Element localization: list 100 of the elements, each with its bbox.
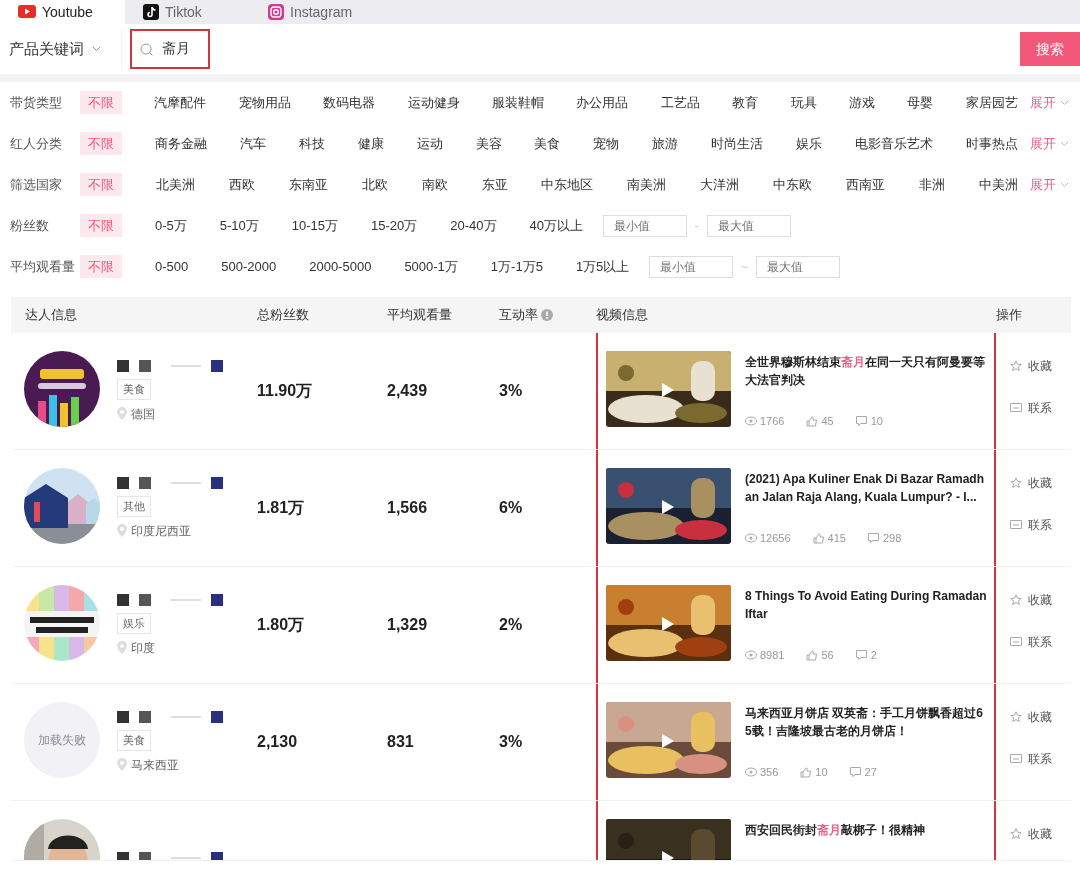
min-field[interactable]: 最小值 bbox=[648, 255, 733, 278]
favorite-button[interactable]: 收藏 bbox=[1010, 591, 1071, 609]
filter-option[interactable]: 15-20万 bbox=[371, 213, 418, 238]
play-icon bbox=[662, 500, 674, 514]
video-title[interactable]: 全世界穆斯林结束斋月在同一天只有阿曼要等大法官判决 bbox=[745, 353, 989, 393]
filter-option[interactable]: 母婴 bbox=[907, 90, 934, 115]
filter-option[interactable]: 20-40万 bbox=[450, 213, 497, 238]
filter-option[interactable]: 北美洲 bbox=[155, 172, 195, 197]
filter-option[interactable]: 大洋洲 bbox=[700, 172, 740, 197]
filter-option[interactable]: 0-500 bbox=[155, 254, 189, 279]
filter-option[interactable]: 健康 bbox=[357, 131, 384, 156]
video-title[interactable]: 西安回民街封斋月敲梆子！很精神 bbox=[745, 821, 989, 860]
search-field[interactable]: 斋月 bbox=[130, 29, 210, 69]
filter-option[interactable]: 游戏 bbox=[849, 90, 876, 115]
contact-button[interactable]: 联系 bbox=[1010, 750, 1071, 768]
filter-label: 红人分类 bbox=[10, 134, 63, 153]
thumbs-up-icon bbox=[800, 766, 813, 778]
filter-option[interactable]: 家居园艺 bbox=[965, 90, 1018, 115]
column-header: 平均观看量 bbox=[387, 306, 452, 325]
favorite-button[interactable]: 收藏 bbox=[1010, 708, 1071, 726]
filter-option[interactable]: 时尚生活 bbox=[711, 131, 764, 156]
range-separator: ~ bbox=[740, 257, 749, 276]
contact-button[interactable]: 联系 bbox=[1010, 633, 1071, 651]
filter-option[interactable]: 玩具 bbox=[790, 90, 817, 115]
filter-option[interactable]: 西欧 bbox=[228, 172, 255, 197]
filter-option[interactable]: 5000-1万 bbox=[404, 254, 458, 279]
filter-option[interactable]: 服装鞋帽 bbox=[492, 90, 545, 115]
view-count: 1766 bbox=[760, 414, 785, 429]
filter-label: 带货类型 bbox=[10, 93, 63, 112]
filter-option[interactable]: 娱乐 bbox=[796, 131, 823, 156]
filter-option[interactable]: 南美洲 bbox=[627, 172, 667, 197]
filter-option[interactable]: 40万以上 bbox=[529, 213, 584, 238]
filter-option[interactable]: 1万5以上 bbox=[575, 254, 630, 279]
platform-tab[interactable]: Youtube bbox=[0, 0, 125, 24]
location-pin-icon bbox=[117, 524, 127, 537]
filter-option[interactable]: 中东地区 bbox=[541, 172, 594, 197]
favorite-button[interactable]: 收藏 bbox=[1010, 825, 1071, 843]
column-header: 视频信息 bbox=[596, 306, 648, 325]
filter-option[interactable]: 北欧 bbox=[361, 172, 388, 197]
filter-label: 平均观看量 bbox=[10, 257, 76, 276]
scope-dropdown[interactable]: 产品关键词 bbox=[0, 29, 122, 69]
follower-count: 11.90万 bbox=[257, 382, 313, 399]
play-icon bbox=[662, 734, 674, 748]
contact-button[interactable]: 联系 bbox=[1010, 399, 1071, 417]
favorite-button[interactable]: 收藏 bbox=[1010, 357, 1071, 375]
filter-option[interactable]: 办公用品 bbox=[576, 90, 629, 115]
filter-option[interactable]: 科技 bbox=[298, 131, 325, 156]
comment-icon bbox=[855, 415, 868, 427]
chevron-down-icon bbox=[92, 46, 101, 52]
chevron-down-icon bbox=[1059, 141, 1069, 148]
filter-option[interactable]: 1万-1万5 bbox=[490, 254, 543, 279]
filter-option[interactable]: 非洲 bbox=[919, 172, 946, 197]
filter-option[interactable]: 旅游 bbox=[652, 131, 679, 156]
video-title[interactable]: (2021) Apa Kuliner Enak Di Bazar Ramadhan Jalan Raja Alang, Kuala Lumpur? - I... bbox=[745, 470, 989, 510]
follower-count: 1.81万 bbox=[257, 499, 305, 516]
comment-icon bbox=[867, 532, 880, 544]
video-title[interactable]: 8 Things To Avoid Eating During Ramadan Iftar bbox=[745, 587, 989, 627]
filter-option[interactable]: 中东欧 bbox=[773, 172, 813, 197]
filter-option[interactable]: 东南亚 bbox=[288, 172, 328, 197]
view-count: 356 bbox=[760, 765, 779, 780]
location-text: 德国 bbox=[131, 405, 155, 423]
filter-option[interactable]: 运动 bbox=[416, 131, 443, 156]
filter-option[interactable]: 东亚 bbox=[481, 172, 508, 197]
filter-option[interactable]: 南欧 bbox=[421, 172, 448, 197]
filter-option[interactable]: 宠物用品 bbox=[238, 90, 291, 115]
video-title[interactable]: 马来西亚月饼店 双英斋：手工月饼飘香超过65载！吉隆坡最古老的月饼店！ bbox=[745, 704, 989, 744]
column-header: 互动率 bbox=[499, 306, 538, 325]
star-icon bbox=[1010, 828, 1022, 840]
chevron-down-icon bbox=[1059, 182, 1069, 189]
filter-option[interactable]: 2000-5000 bbox=[309, 254, 372, 279]
filter-option[interactable]: 美食 bbox=[534, 131, 561, 156]
filter-option[interactable]: 数码电器 bbox=[323, 90, 376, 115]
max-field[interactable]: 最大值 bbox=[756, 255, 841, 278]
filter-option[interactable]: 0-5万 bbox=[155, 213, 187, 238]
filter-option[interactable]: 工艺品 bbox=[660, 90, 700, 115]
comment-icon bbox=[1010, 402, 1022, 414]
filter-option[interactable]: 汽车 bbox=[239, 131, 266, 156]
filter-option[interactable]: 5-10万 bbox=[219, 213, 259, 238]
filter-option[interactable]: 电影音乐艺术 bbox=[855, 131, 934, 156]
filter-option[interactable]: 500-2000 bbox=[221, 254, 277, 279]
category-tag: 其他 bbox=[117, 496, 151, 517]
engagement-rate: 2% bbox=[499, 616, 523, 633]
filter-option[interactable]: 教育 bbox=[732, 90, 759, 115]
filter-option[interactable]: 商务金融 bbox=[154, 131, 207, 156]
filter-option[interactable]: 西南亚 bbox=[846, 172, 886, 197]
max-field[interactable]: 最大值 bbox=[706, 214, 791, 237]
filter-option[interactable]: 运动健身 bbox=[407, 90, 460, 115]
favorite-button[interactable]: 收藏 bbox=[1010, 474, 1071, 492]
filter-option[interactable]: 10-15万 bbox=[291, 213, 339, 238]
filter-option[interactable]: 宠物 bbox=[593, 131, 620, 156]
star-icon bbox=[1010, 477, 1022, 489]
location-pin-icon bbox=[117, 407, 127, 420]
contact-button[interactable]: 联系 bbox=[1010, 516, 1071, 534]
filter-option[interactable]: 美容 bbox=[475, 131, 502, 156]
min-field[interactable]: 最小值 bbox=[602, 214, 687, 237]
filter-option[interactable]: 中美洲 bbox=[979, 172, 1018, 197]
filter-option[interactable]: 汽摩配件 bbox=[154, 90, 207, 115]
filter-option[interactable]: 时事热点 bbox=[966, 131, 1018, 156]
column-header: 操作 bbox=[996, 306, 1022, 325]
location-text: 马来西亚 bbox=[131, 756, 179, 774]
